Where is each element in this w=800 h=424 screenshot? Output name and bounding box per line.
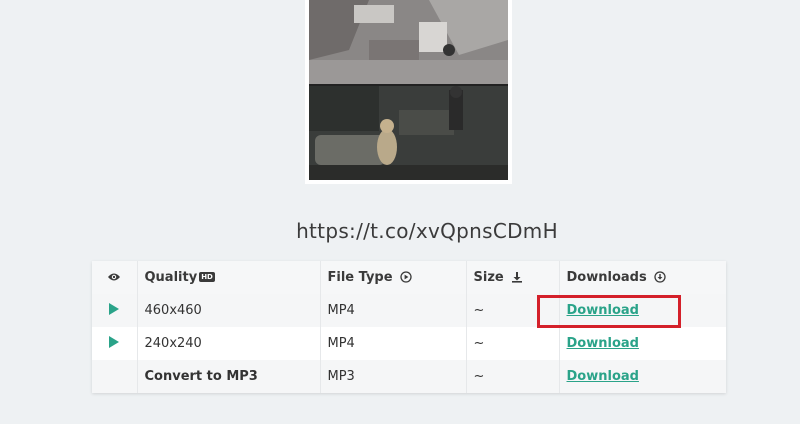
downloads-header: Downloads — [558, 261, 726, 294]
size-header: Size — [465, 261, 559, 294]
download-arrow-icon — [512, 272, 523, 283]
row-quality: 240x240 — [136, 327, 320, 360]
table-row: 240x240 MP4 ~ Download — [92, 327, 726, 360]
row-size: ~ — [465, 294, 559, 327]
play-icon[interactable] — [109, 335, 120, 348]
file-type-header-label: File Type — [327, 270, 393, 285]
size-header-label: Size — [473, 270, 504, 285]
row-download-cell: Download — [558, 360, 726, 393]
eye-icon — [108, 273, 121, 281]
download-link[interactable]: Download — [567, 369, 639, 384]
row-quality: 460x460 — [136, 294, 320, 327]
play-circle-icon — [400, 271, 412, 283]
table-header-row: Quality HD File Type Size Downloads — [92, 261, 726, 294]
quality-header: Quality HD — [136, 261, 320, 294]
row-download-cell: Download — [558, 294, 726, 327]
row-file-type: MP4 — [319, 294, 466, 327]
download-link[interactable]: Download — [567, 336, 639, 351]
quality-header-label: Quality — [144, 270, 198, 285]
preview-header — [92, 261, 137, 294]
media-url[interactable]: https://t.co/xvQpnsCDmH — [0, 219, 800, 243]
video-thumbnail[interactable] — [305, 0, 512, 184]
table-row: Convert to MP3 MP3 ~ Download — [92, 360, 726, 393]
row-play-cell[interactable] — [92, 294, 137, 327]
thumbnail-picture — [309, 0, 508, 180]
row-quality: Convert to MP3 — [136, 360, 320, 393]
row-play-cell[interactable] — [92, 327, 137, 360]
row-file-type: MP3 — [319, 360, 466, 393]
table-row: 460x460 MP4 ~ Download — [92, 294, 726, 327]
file-type-header: File Type — [319, 261, 466, 294]
thumbnail-image — [309, 0, 508, 180]
row-play-cell-empty — [92, 360, 137, 393]
download-circle-icon — [654, 271, 666, 283]
row-file-type: MP4 — [319, 327, 466, 360]
hd-badge: HD — [199, 272, 215, 282]
row-size: ~ — [465, 360, 559, 393]
download-table: Quality HD File Type Size Downloads 460x… — [92, 261, 726, 393]
play-icon[interactable] — [109, 302, 120, 315]
row-size: ~ — [465, 327, 559, 360]
row-download-cell: Download — [558, 327, 726, 360]
download-link[interactable]: Download — [567, 303, 639, 318]
downloads-header-label: Downloads — [566, 270, 647, 285]
